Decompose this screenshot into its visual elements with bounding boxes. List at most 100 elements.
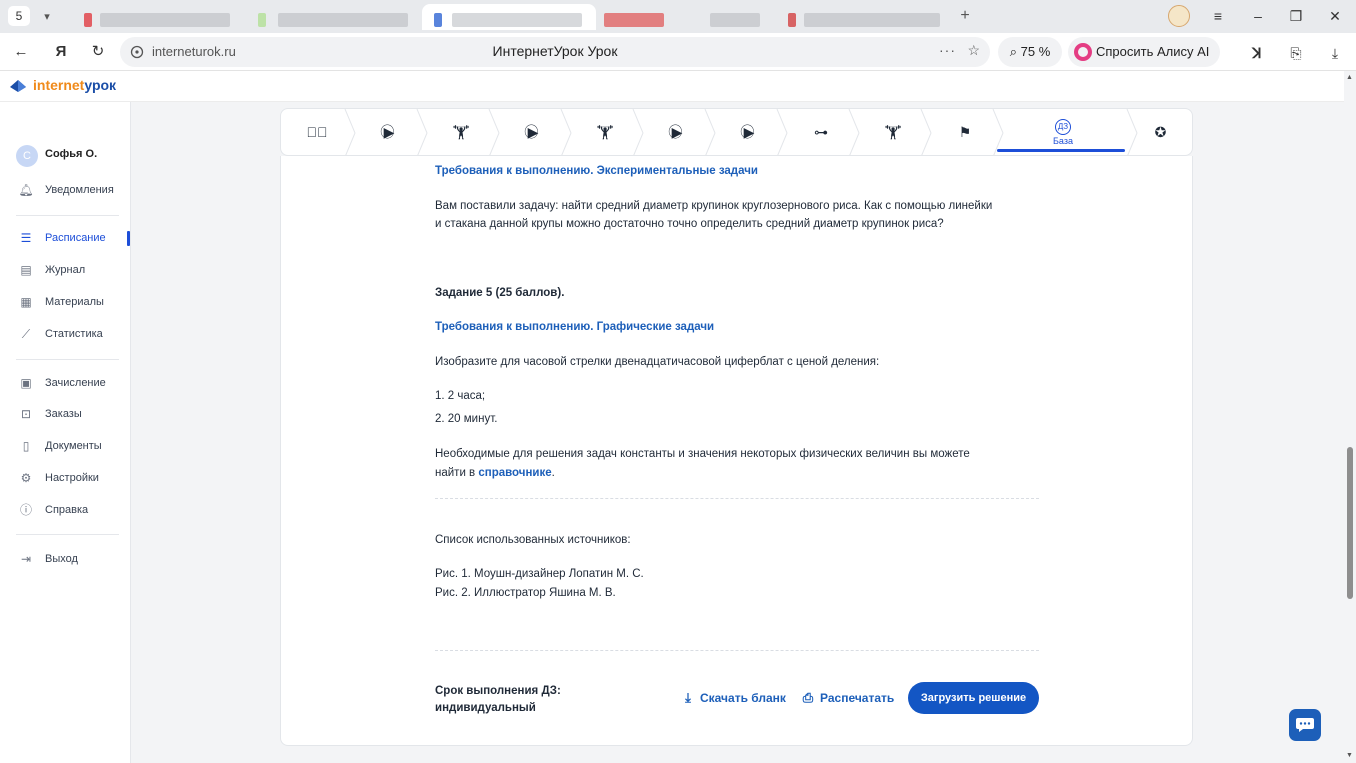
step-trainer-3[interactable]: 🏋︎ [857, 109, 929, 155]
page-scrollbar[interactable] [1344, 71, 1356, 763]
sidebar-item-statistics[interactable]: ⟋ Статистика [18, 324, 128, 344]
profile-avatar[interactable] [1168, 5, 1190, 27]
enroll-icon: ▣ [20, 376, 32, 390]
collections-icon[interactable]: ⎘ [1285, 42, 1307, 64]
step-intro[interactable]: ➜⃝ [281, 109, 353, 155]
step-video-1[interactable]: ▶︎⃝ [353, 109, 425, 155]
sidebar-item-label: Настройки [45, 472, 99, 484]
alisa-label: Спросить Алису AI [1096, 44, 1210, 59]
source-1: Рис. 1. Моушн-дизайнер Лопатин М. С. [435, 568, 644, 580]
new-tab-icon[interactable]: + [955, 6, 975, 26]
sidebar-item-orders[interactable]: ⊡ Заказы [18, 404, 128, 424]
section-divider [435, 498, 1039, 499]
browser-tab[interactable] [598, 4, 774, 30]
scroll-down-icon[interactable]: ▼ [1346, 752, 1353, 759]
browser-tab-active[interactable] [422, 4, 596, 30]
printer-icon: ⎙ [802, 690, 814, 705]
browser-tab[interactable] [70, 4, 250, 30]
reference-link[interactable]: справочнике [478, 467, 551, 479]
lesson-content-card: Требования к выполнению. Экспериментальн… [280, 156, 1193, 746]
alisa-button[interactable]: Спросить Алису AI [1068, 37, 1220, 67]
extensions-icon[interactable]: ꓘ [1246, 42, 1268, 64]
browser-tab[interactable] [776, 4, 946, 30]
sidebar-item-label: Заказы [45, 408, 82, 420]
sidebar-item-materials[interactable]: ▦ Материалы [18, 292, 128, 312]
dumbbell-person-icon: 🏋︎ [884, 124, 902, 140]
sidebar-divider [16, 534, 119, 535]
sidebar-item-label: Журнал [45, 264, 86, 276]
step-exercise[interactable]: ⊶ [785, 109, 857, 155]
deadline-info: Срок выполнения ДЗ: индивидуальный [435, 683, 561, 717]
sidebar-item-notifications[interactable]: 🔔︎ Уведомления [18, 180, 128, 200]
reference-text-line-1: Необходимые для решения задач константы … [435, 448, 970, 460]
back-arrow-icon[interactable]: ← [8, 40, 34, 64]
sidebar: С Софья О. 🔔︎ Уведомления ☰ Расписание ▤… [0, 102, 131, 763]
sidebar-item-label: Статистика [45, 328, 103, 340]
sidebar-item-help[interactable]: ⓘ Справка [18, 500, 128, 520]
logo-text[interactable]: internetурок [33, 77, 116, 93]
gear-icon: ⚙︎ [20, 471, 32, 485]
reload-icon[interactable]: ↻ [85, 40, 111, 64]
sidebar-item-documents[interactable]: ▯ Документы [18, 436, 128, 456]
homework-plus-icon: ✪ [1154, 124, 1167, 140]
yandex-icon[interactable]: Я [48, 40, 74, 64]
sidebar-item-label: Зачисление [45, 377, 106, 389]
downloads-icon[interactable]: ⤓ [1324, 42, 1346, 64]
sidebar-item-settings[interactable]: ⚙︎ Настройки [18, 468, 128, 488]
step-trainer-1[interactable]: 🏋︎ [425, 109, 497, 155]
more-dots-icon[interactable]: ··· [939, 42, 956, 58]
scroll-up-icon[interactable]: ▲ [1346, 74, 1353, 81]
step-trainer-2[interactable]: 🏋︎ [569, 109, 641, 155]
task-5-item-2: 2. 20 минут. [435, 413, 498, 425]
support-chat-button[interactable] [1289, 709, 1321, 741]
reference-text-prefix: найти в [435, 467, 479, 479]
minimize-icon[interactable]: – [1243, 4, 1273, 28]
requirements-title-graphic: Требования к выполнению. Графические зад… [435, 321, 715, 333]
logo-icon[interactable] [8, 77, 28, 95]
download-form-button[interactable]: ⤓ Скачать бланк [680, 689, 786, 707]
download-icon: ⤓ [685, 690, 691, 705]
upload-solution-button[interactable]: Загрузить решение [908, 682, 1039, 714]
print-button[interactable]: ⎙ Распечатать [800, 689, 894, 707]
tabs-dropdown-icon[interactable]: ▾ [36, 7, 58, 27]
user-name[interactable]: Софья О. [45, 148, 97, 160]
dumbbell-person-icon: 🏋︎ [596, 124, 614, 140]
step-video-4[interactable]: ▶︎⃝ [713, 109, 785, 155]
sidebar-item-enrollment[interactable]: ▣ Зачисление [18, 373, 128, 393]
flag-icon: ⚑ [958, 124, 972, 140]
play-icon: ▶︎⃝ [527, 124, 539, 140]
step-video-3[interactable]: ▶︎⃝ [641, 109, 713, 155]
search-zoom-icon: ⌕ [1009, 44, 1017, 59]
browser-tab[interactable] [250, 4, 420, 30]
tab-counter[interactable]: 5 [8, 6, 30, 26]
reference-text-suffix: . [551, 467, 555, 479]
arrow-circle-icon: ➜⃝ [306, 124, 328, 140]
address-bar-row: ← Я ↻ interneturok.ru ИнтернетУрок Урок … [0, 33, 1356, 71]
step-video-2[interactable]: ▶︎⃝ [497, 109, 569, 155]
step-homework-advanced[interactable]: ✪ [1127, 109, 1192, 155]
sidebar-item-label: Уведомления [45, 184, 114, 196]
step-finish[interactable]: ⚑ [929, 109, 1001, 155]
sidebar-item-journal[interactable]: ▤ Журнал [18, 260, 128, 280]
sources-title: Список использованных источников: [435, 534, 631, 546]
close-icon[interactable]: ✕ [1320, 4, 1350, 28]
scrollbar-thumb[interactable] [1347, 447, 1353, 599]
sidebar-item-schedule[interactable]: ☰ Расписание [18, 228, 128, 248]
avatar[interactable]: С [16, 145, 38, 167]
list-icon: ☰ [20, 231, 32, 245]
browser-tab-strip: 5 ▾ + ≡ – ❐ ✕ [0, 0, 1356, 33]
cart-icon: ⊡ [20, 407, 32, 421]
zoom-indicator[interactable]: ⌕ 75 % [998, 37, 1062, 67]
task-5-text: Изобразите для часовой стрелки двенадцат… [435, 356, 880, 368]
bookmark-icon[interactable]: ☆ [967, 42, 980, 59]
task-4-text-line-2: и стакана данной крупы можно достаточно … [435, 218, 944, 230]
browser-menu-icon[interactable]: ≡ [1203, 4, 1233, 28]
homework-icon: ДЗ [998, 116, 1128, 136]
sidebar-item-label: Материалы [45, 296, 104, 308]
section-divider [435, 650, 1039, 651]
sidebar-item-logout[interactable]: ⇥ Выход [18, 549, 128, 569]
chart-icon: ⟋ [21, 327, 31, 341]
reference-text-line-2: найти в справочнике. [435, 464, 555, 483]
restore-icon[interactable]: ❐ [1281, 4, 1311, 28]
url-field[interactable]: interneturok.ru ИнтернетУрок Урок ··· ☆ [120, 37, 990, 67]
